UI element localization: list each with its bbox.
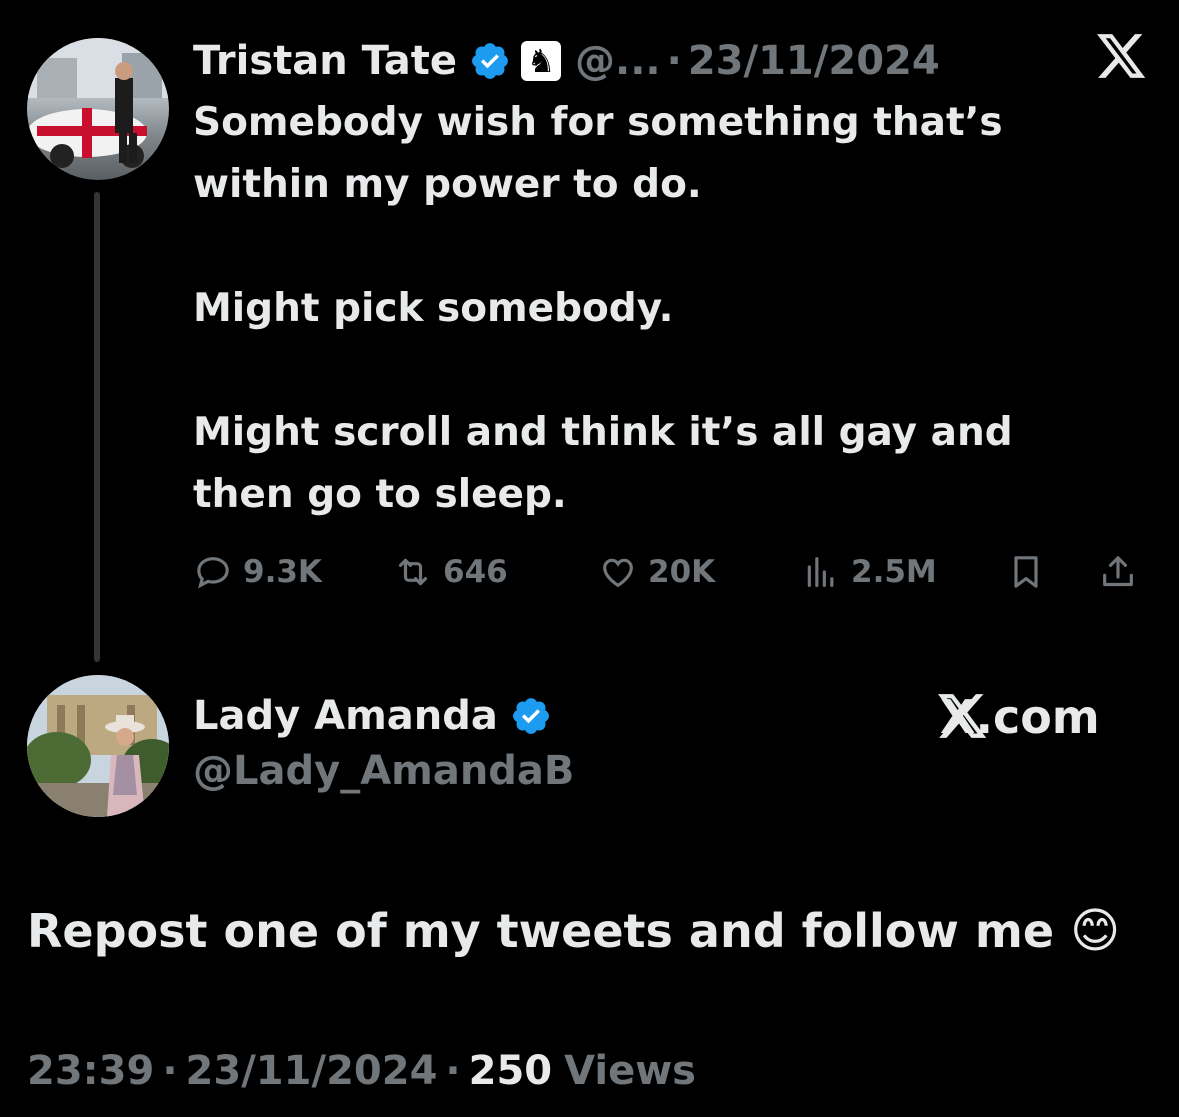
repost-button[interactable]: 646 (393, 552, 508, 592)
views-chart-icon (807, 557, 834, 587)
amanda-avatar[interactable] (27, 675, 169, 817)
reply-views-count: 250 (468, 1048, 553, 1094)
reply-author-name[interactable]: Lady Amanda (193, 693, 498, 739)
avatar-photo (27, 675, 169, 817)
reply-icon (197, 557, 229, 589)
chess-knight-badge-icon: ♞ (521, 41, 562, 81)
views-count: 2.5M (851, 554, 937, 590)
reply-header: Lady Amanda (193, 688, 552, 744)
reply-time[interactable]: 23:39 (27, 1048, 154, 1094)
avatar-photo (27, 38, 169, 168)
tweet-actions: 9.3K 646 20K 2.5M (193, 552, 1153, 596)
tristan-avatar[interactable] (27, 38, 169, 180)
like-button[interactable]: 20K (598, 552, 715, 592)
x-logo-icon (1097, 34, 1147, 84)
author-handle[interactable]: @... (575, 38, 661, 84)
brand-x-com: X.com (938, 688, 1100, 746)
tweet-text: Somebody wish for something that’s withi… (193, 100, 1013, 517)
share-button[interactable] (1098, 552, 1138, 592)
verified-badge-icon (510, 695, 552, 737)
thread-line (94, 192, 100, 662)
author-name[interactable]: Tristan Tate (193, 38, 457, 84)
bookmark-button[interactable] (1006, 552, 1046, 592)
footer-separator-2: · (445, 1048, 461, 1094)
heart-icon (603, 558, 633, 588)
reply-count: 9.3K (243, 554, 322, 590)
reply-body: Repost one of my tweets and follow me 😊 (27, 898, 1120, 964)
bookmark-icon (1014, 556, 1038, 588)
share-icon (1103, 556, 1133, 587)
repost-icon (398, 558, 428, 586)
smiling-face-emoji: 😊 (1070, 903, 1121, 959)
brand-text: X.com (940, 690, 1100, 744)
tweet-date[interactable]: 23/11/2024 (688, 38, 940, 84)
views-button[interactable]: 2.5M (801, 552, 937, 592)
reply-footer: 23:39 · 23/11/2024 · 250 Views (27, 1048, 696, 1094)
header-separator: · (666, 38, 682, 84)
footer-separator: · (162, 1048, 178, 1094)
like-count: 20K (648, 554, 716, 590)
reply-views-label[interactable]: Views (564, 1048, 696, 1094)
reply-date[interactable]: 23/11/2024 (186, 1048, 438, 1094)
reply-button[interactable]: 9.3K (193, 552, 322, 592)
repost-count: 646 (443, 554, 508, 590)
tweet-header: Tristan Tate ♞ @... · 23/11/2024 (193, 34, 940, 88)
reply-author-handle[interactable]: @Lady_AmandaB (193, 748, 574, 794)
verified-badge-icon (469, 40, 511, 82)
reply-text: Repost one of my tweets and follow me (27, 904, 1055, 958)
